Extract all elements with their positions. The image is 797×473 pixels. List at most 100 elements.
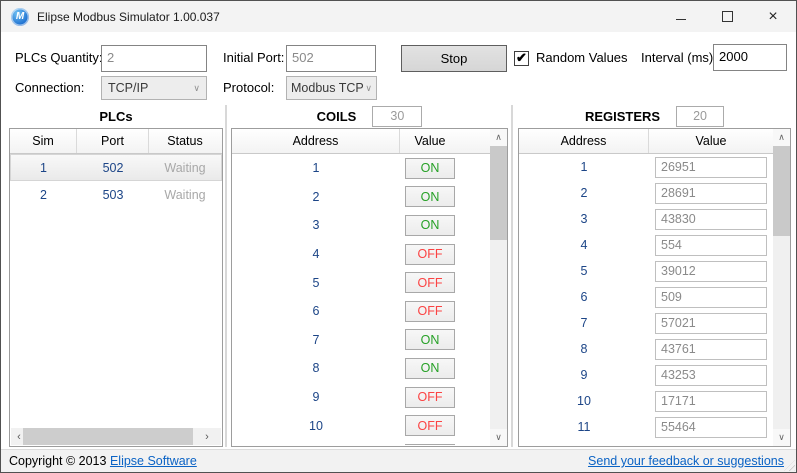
table-row[interactable]: 2 503 Waiting <box>10 181 222 208</box>
scroll-right-icon[interactable]: › <box>199 428 215 445</box>
status-bar: Copyright © 2013 Elipse Software Send yo… <box>1 449 796 472</box>
table-row[interactable]: 1 502 Waiting <box>10 154 222 181</box>
register-value-cell: 39012 <box>649 260 773 282</box>
plc-status-cell: Waiting <box>164 187 206 202</box>
coil-toggle-button[interactable]: ON <box>405 186 455 208</box>
panel-splitter[interactable] <box>225 105 227 447</box>
register-value-input[interactable]: 39012 <box>655 260 767 282</box>
panel-splitter[interactable] <box>511 105 513 447</box>
column-header-address[interactable]: Address <box>519 129 649 153</box>
register-value-input[interactable]: 43761 <box>655 338 767 360</box>
register-value-input[interactable]: 17171 <box>655 390 767 412</box>
register-value-input[interactable]: 26951 <box>655 156 767 178</box>
table-row: 10 OFF <box>232 411 490 440</box>
registers-count-input[interactable]: 20 <box>676 105 725 127</box>
plc-port-cell: 503 <box>102 187 124 202</box>
registers-title: REGISTERS <box>584 108 661 124</box>
coils-count-input[interactable]: 30 <box>372 105 423 127</box>
table-row: 9 OFF <box>232 383 490 412</box>
register-value-input[interactable]: 509 <box>655 286 767 308</box>
register-value-input[interactable]: 55464 <box>655 416 767 438</box>
register-value-input[interactable]: 28691 <box>655 182 767 204</box>
register-address-cell: 4 <box>580 238 588 252</box>
scroll-down-icon[interactable]: ∨ <box>773 429 790 446</box>
table-row: 7 ON <box>232 326 490 355</box>
protocol-value: Modbus TCP <box>291 81 364 95</box>
table-row: 1 ON <box>232 154 490 183</box>
check-icon: ✔ <box>516 50 527 65</box>
connection-select[interactable]: TCP/IP ∨ <box>101 76 207 100</box>
random-values-checkbox[interactable]: ✔ <box>514 51 529 66</box>
coil-address-cell: 4 <box>312 247 320 262</box>
minimize-button[interactable] <box>658 1 704 32</box>
scroll-up-icon[interactable]: ∧ <box>490 129 507 146</box>
coil-toggle-button[interactable]: OFF <box>405 300 455 322</box>
table-row: 5 39012 <box>519 258 773 284</box>
table-row: 8 ON <box>232 354 490 383</box>
register-address-cell: 11 <box>577 420 591 434</box>
coil-toggle-button[interactable]: OFF <box>405 272 455 294</box>
column-header-status[interactable]: Status <box>149 129 221 153</box>
protocol-select[interactable]: Modbus TCP ∨ <box>286 76 377 100</box>
scrollbar-thumb[interactable] <box>23 428 193 445</box>
coil-toggle-button[interactable]: ON <box>405 214 455 236</box>
table-row: 2 ON <box>232 183 490 212</box>
maximize-button[interactable] <box>704 1 750 32</box>
column-header-sim[interactable]: Sim <box>10 129 77 153</box>
vertical-scrollbar[interactable]: ∧ ∨ <box>490 129 507 446</box>
minimize-icon <box>676 19 686 20</box>
vertical-scrollbar[interactable]: ∧ ∨ <box>773 129 790 446</box>
coil-toggle-button[interactable]: ON <box>405 157 455 179</box>
coil-toggle-button[interactable]: OFF <box>405 386 455 408</box>
coil-value-cell: ON <box>400 214 460 236</box>
register-value-input[interactable]: 43253 <box>655 364 767 386</box>
initial-port-input[interactable]: 502 <box>286 45 376 72</box>
stop-button[interactable]: Stop <box>401 45 507 72</box>
scrollbar-thumb[interactable] <box>490 146 507 240</box>
scroll-up-icon[interactable]: ∧ <box>773 129 790 146</box>
plcs-rows: 1 502 Waiting 2 503 Waiting <box>10 154 222 445</box>
coil-value-cell: OFF <box>400 415 460 437</box>
title-bar[interactable]: M Elipse Modbus Simulator 1.00.037 × <box>1 1 796 32</box>
register-address-cell: 7 <box>580 316 588 330</box>
coil-toggle-button[interactable]: OFF <box>405 415 455 437</box>
scroll-down-icon[interactable]: ∨ <box>490 429 507 446</box>
register-value-input[interactable]: 43830 <box>655 208 767 230</box>
scrollbar-thumb[interactable] <box>773 146 790 236</box>
register-value-input[interactable]: 57021 <box>655 312 767 334</box>
coil-value-cell: OFF <box>400 243 460 265</box>
register-address-cell: 1 <box>580 160 588 174</box>
column-header-port[interactable]: Port <box>77 129 149 153</box>
close-button[interactable]: × <box>750 1 796 32</box>
elipse-software-link[interactable]: Elipse Software <box>110 454 197 468</box>
coil-address-cell: 3 <box>312 218 320 233</box>
register-address-cell: 5 <box>580 264 588 278</box>
plcs-panel-title: PLCs <box>9 105 223 127</box>
horizontal-scrollbar[interactable]: ‹ › <box>11 428 221 445</box>
chevron-down-icon: ∨ <box>365 82 372 93</box>
coil-value-cell <box>400 443 460 445</box>
chevron-down-icon: ∨ <box>193 82 200 93</box>
feedback-link[interactable]: Send your feedback or suggestions <box>588 454 784 468</box>
coil-toggle-button[interactable]: OFF <box>405 243 455 265</box>
register-value-input[interactable]: 554 <box>655 234 767 256</box>
table-row: 6 509 <box>519 284 773 310</box>
table-row: 5 OFF <box>232 268 490 297</box>
coils-table: Address Value 1 ON 2 ON 3 ON 4 OFF 5 OFF 6 OFF 7 ON 8 O… <box>231 128 508 447</box>
coil-toggle-button[interactable] <box>405 443 455 445</box>
plcs-table-header: Sim Port Status <box>10 129 222 154</box>
coil-value-cell: ON <box>400 186 460 208</box>
plcs-quantity-input[interactable]: 2 <box>101 45 207 72</box>
coil-toggle-button[interactable]: ON <box>405 329 455 351</box>
register-value-cell: 28691 <box>649 182 773 204</box>
column-header-value[interactable]: Value <box>649 129 773 153</box>
interval-input[interactable]: 2000 <box>713 44 787 71</box>
table-row: 8 43761 <box>519 336 773 362</box>
table-row: 10 17171 <box>519 388 773 414</box>
window-controls: × <box>658 1 796 32</box>
column-header-address[interactable]: Address <box>232 129 400 153</box>
coil-toggle-button[interactable]: ON <box>405 357 455 379</box>
random-values-label: Random Values <box>536 50 628 65</box>
table-row: 3 43830 <box>519 206 773 232</box>
column-header-value[interactable]: Value <box>400 129 460 153</box>
